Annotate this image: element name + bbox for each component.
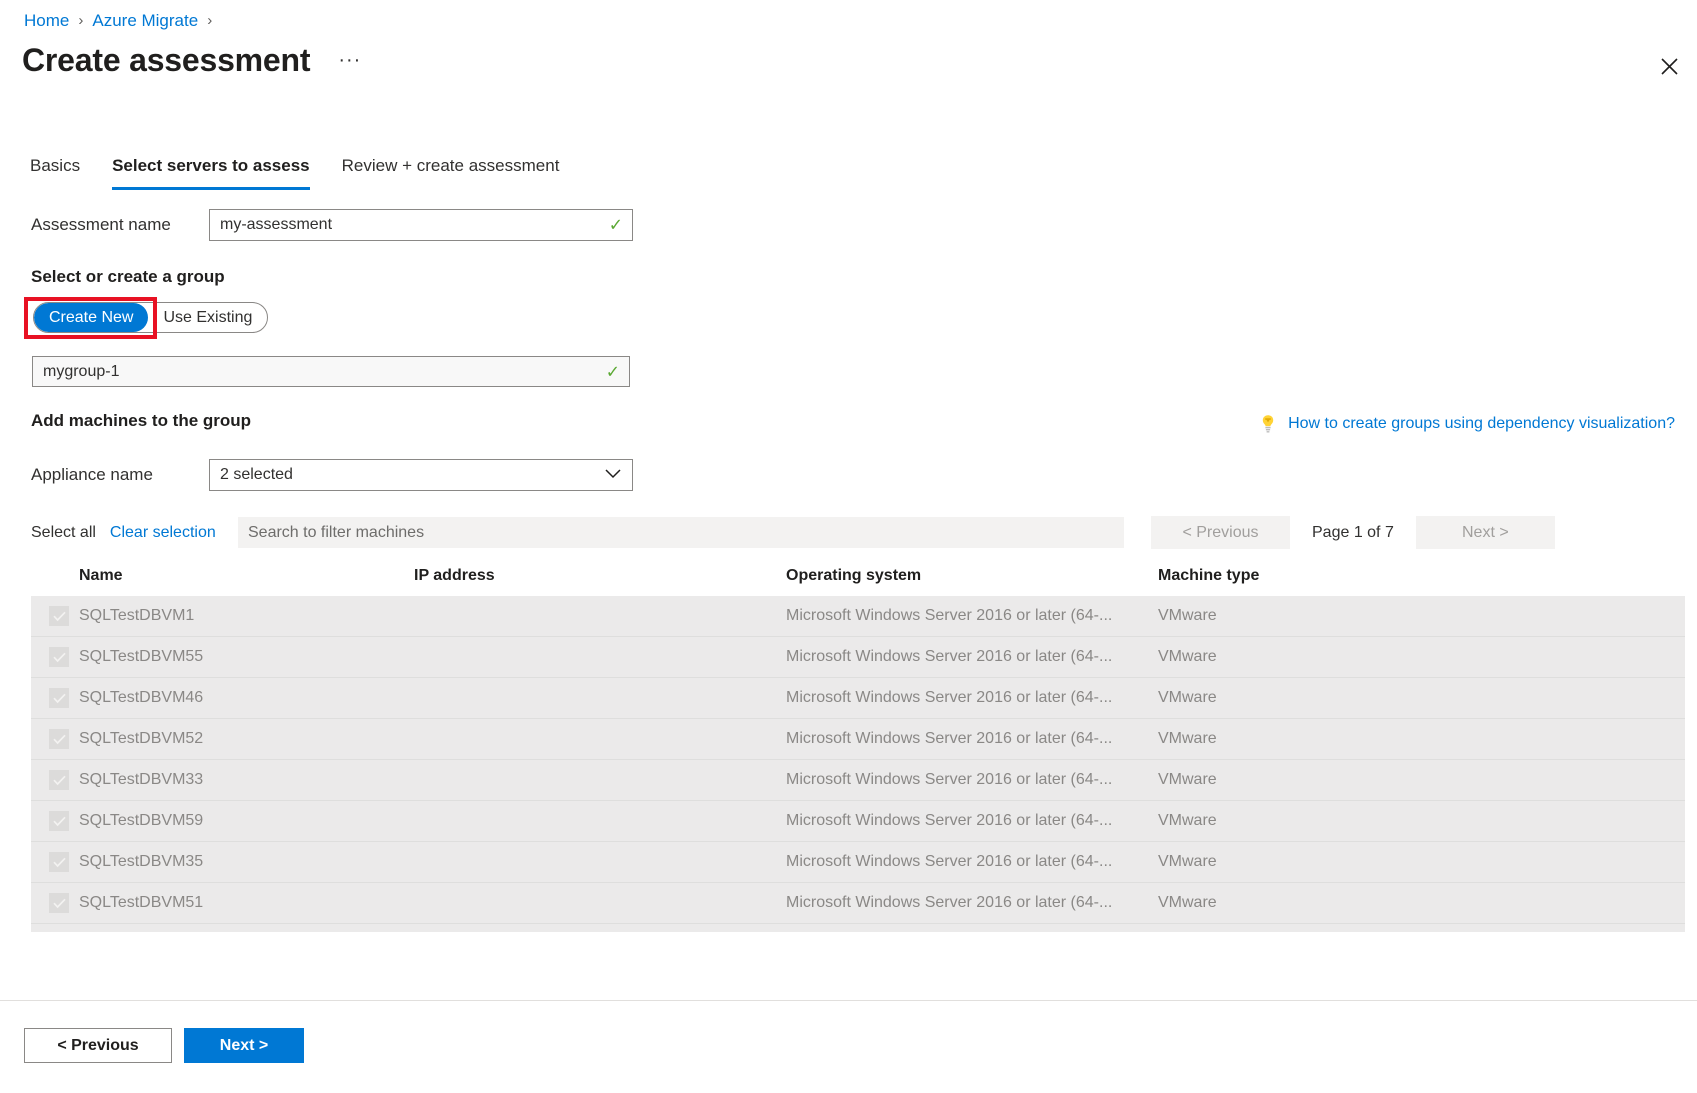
wizard-tabs: Basics Select servers to assess Review +… (30, 152, 591, 190)
cell-machine-type: VMware (1158, 771, 1458, 789)
dependency-visualization-link-label: How to create groups using dependency vi… (1288, 415, 1675, 433)
assessment-name-value: my-assessment (220, 216, 332, 234)
cell-name: SQLTestDBVM46 (79, 689, 414, 707)
table-row[interactable]: SQLTestDBVM35 Microsoft Windows Server 20… (31, 842, 1685, 883)
previous-page-button[interactable]: < Previous (1151, 516, 1290, 549)
tab-basics[interactable]: Basics (30, 156, 80, 190)
table-row[interactable]: SQLTestDBVM46 Microsoft Windows Server 20… (31, 678, 1685, 719)
cell-operating-system: Microsoft Windows Server 2016 or later (… (786, 730, 1158, 748)
page-indicator: Page 1 of 7 (1290, 524, 1416, 542)
cell-operating-system: Microsoft Windows Server 2016 or later (… (786, 607, 1158, 625)
breadcrumb-separator-icon: › (78, 13, 83, 28)
previous-button[interactable]: < Previous (24, 1028, 172, 1063)
next-page-button[interactable]: Next > (1416, 516, 1555, 549)
row-checkbox[interactable] (49, 852, 69, 872)
assessment-name-row: Assessment name my-assessment ✓ (31, 209, 633, 241)
cell-operating-system: Microsoft Windows Server 2016 or later (… (786, 894, 1158, 912)
table-row[interactable]: SQLTestDBVM52 Microsoft Windows Server 20… (31, 719, 1685, 760)
row-checkbox[interactable] (49, 688, 69, 708)
use-existing-button[interactable]: Use Existing (148, 303, 267, 332)
page-header: Create assessment ··· (22, 42, 361, 79)
cell-operating-system: Microsoft Windows Server 2016 or later (… (786, 812, 1158, 830)
column-header-operating-system[interactable]: Operating system (786, 567, 1158, 585)
close-icon[interactable] (1651, 48, 1687, 84)
table-row[interactable] (31, 924, 1685, 932)
group-name-value: mygroup-1 (43, 363, 119, 381)
appliance-name-value: 2 selected (220, 466, 293, 484)
cell-name: SQLTestDBVM55 (79, 648, 414, 666)
cell-machine-type: VMware (1158, 648, 1458, 666)
table-header-row: Name IP address Operating system Machine… (31, 556, 1685, 596)
create-assessment-page: Home › Azure Migrate › Create assessment… (0, 0, 1697, 1093)
cell-operating-system: Microsoft Windows Server 2016 or later (… (786, 853, 1158, 871)
table-row[interactable]: SQLTestDBVM1 Microsoft Windows Server 201… (31, 596, 1685, 637)
more-options-icon[interactable]: ··· (338, 49, 361, 72)
cell-machine-type: VMware (1158, 894, 1458, 912)
row-checkbox[interactable] (49, 729, 69, 749)
search-input[interactable]: Search to filter machines (238, 517, 1124, 548)
page-title: Create assessment (22, 42, 310, 79)
cell-machine-type: VMware (1158, 853, 1458, 871)
select-or-create-group-heading: Select or create a group (31, 267, 225, 287)
cell-operating-system: Microsoft Windows Server 2016 or later (… (786, 771, 1158, 789)
cell-machine-type: VMware (1158, 812, 1458, 830)
column-header-name[interactable]: Name (49, 567, 414, 585)
cell-name: SQLTestDBVM35 (79, 853, 414, 871)
lightbulb-icon (1260, 414, 1276, 434)
cell-name: SQLTestDBVM33 (79, 771, 414, 789)
row-checkbox[interactable] (49, 647, 69, 667)
selection-controls: Select all Clear selection (31, 518, 216, 548)
wizard-footer: < Previous Next > (0, 1000, 1697, 1093)
appliance-name-select[interactable]: 2 selected (209, 459, 633, 491)
dependency-visualization-link[interactable]: How to create groups using dependency vi… (1260, 414, 1675, 434)
cell-name: SQLTestDBVM59 (79, 812, 414, 830)
table-row[interactable]: SQLTestDBVM59 Microsoft Windows Server 20… (31, 801, 1685, 842)
column-header-ip-address[interactable]: IP address (414, 567, 786, 585)
chevron-down-icon (605, 466, 621, 484)
breadcrumb-separator-icon: › (207, 13, 212, 28)
table-row[interactable]: SQLTestDBVM55 Microsoft Windows Server 20… (31, 637, 1685, 678)
breadcrumb-item-home[interactable]: Home (24, 11, 69, 31)
create-new-button[interactable]: Create New (34, 303, 148, 332)
cell-operating-system: Microsoft Windows Server 2016 or later (… (786, 648, 1158, 666)
row-checkbox[interactable] (49, 606, 69, 626)
cell-machine-type: VMware (1158, 689, 1458, 707)
cell-name: SQLTestDBVM52 (79, 730, 414, 748)
add-machines-heading: Add machines to the group (31, 411, 251, 431)
group-mode-toggle: Create New Use Existing (33, 302, 268, 333)
assessment-name-input[interactable]: my-assessment ✓ (209, 209, 633, 241)
cell-name: SQLTestDBVM51 (79, 894, 414, 912)
group-name-input[interactable]: mygroup-1 ✓ (32, 356, 630, 387)
row-checkbox[interactable] (49, 811, 69, 831)
clear-selection-button[interactable]: Clear selection (110, 524, 216, 542)
table-row[interactable]: SQLTestDBVM51 Microsoft Windows Server 20… (31, 883, 1685, 924)
table-body: SQLTestDBVM1 Microsoft Windows Server 201… (31, 596, 1685, 932)
table-row[interactable]: SQLTestDBVM33 Microsoft Windows Server 20… (31, 760, 1685, 801)
cell-machine-type: VMware (1158, 607, 1458, 625)
appliance-name-row: Appliance name 2 selected (31, 459, 633, 491)
select-all-button[interactable]: Select all (31, 524, 96, 542)
valid-check-icon: ✓ (609, 217, 623, 234)
next-button[interactable]: Next > (184, 1028, 304, 1063)
cell-machine-type: VMware (1158, 730, 1458, 748)
appliance-name-label: Appliance name (31, 465, 209, 485)
valid-check-icon: ✓ (606, 363, 620, 380)
row-checkbox[interactable] (49, 770, 69, 790)
cell-name: SQLTestDBVM1 (79, 607, 414, 625)
column-header-machine-type[interactable]: Machine type (1158, 567, 1458, 585)
tab-select-servers-to-assess[interactable]: Select servers to assess (112, 156, 310, 190)
machines-table: Name IP address Operating system Machine… (31, 556, 1685, 932)
cell-operating-system: Microsoft Windows Server 2016 or later (… (786, 689, 1158, 707)
breadcrumb-item-azure-migrate[interactable]: Azure Migrate (92, 11, 198, 31)
tab-review-create-assessment[interactable]: Review + create assessment (342, 156, 560, 190)
breadcrumb: Home › Azure Migrate › (24, 8, 221, 34)
assessment-name-label: Assessment name (31, 215, 209, 235)
row-checkbox[interactable] (49, 893, 69, 913)
pagination: < Previous Page 1 of 7 Next > (1151, 516, 1555, 549)
